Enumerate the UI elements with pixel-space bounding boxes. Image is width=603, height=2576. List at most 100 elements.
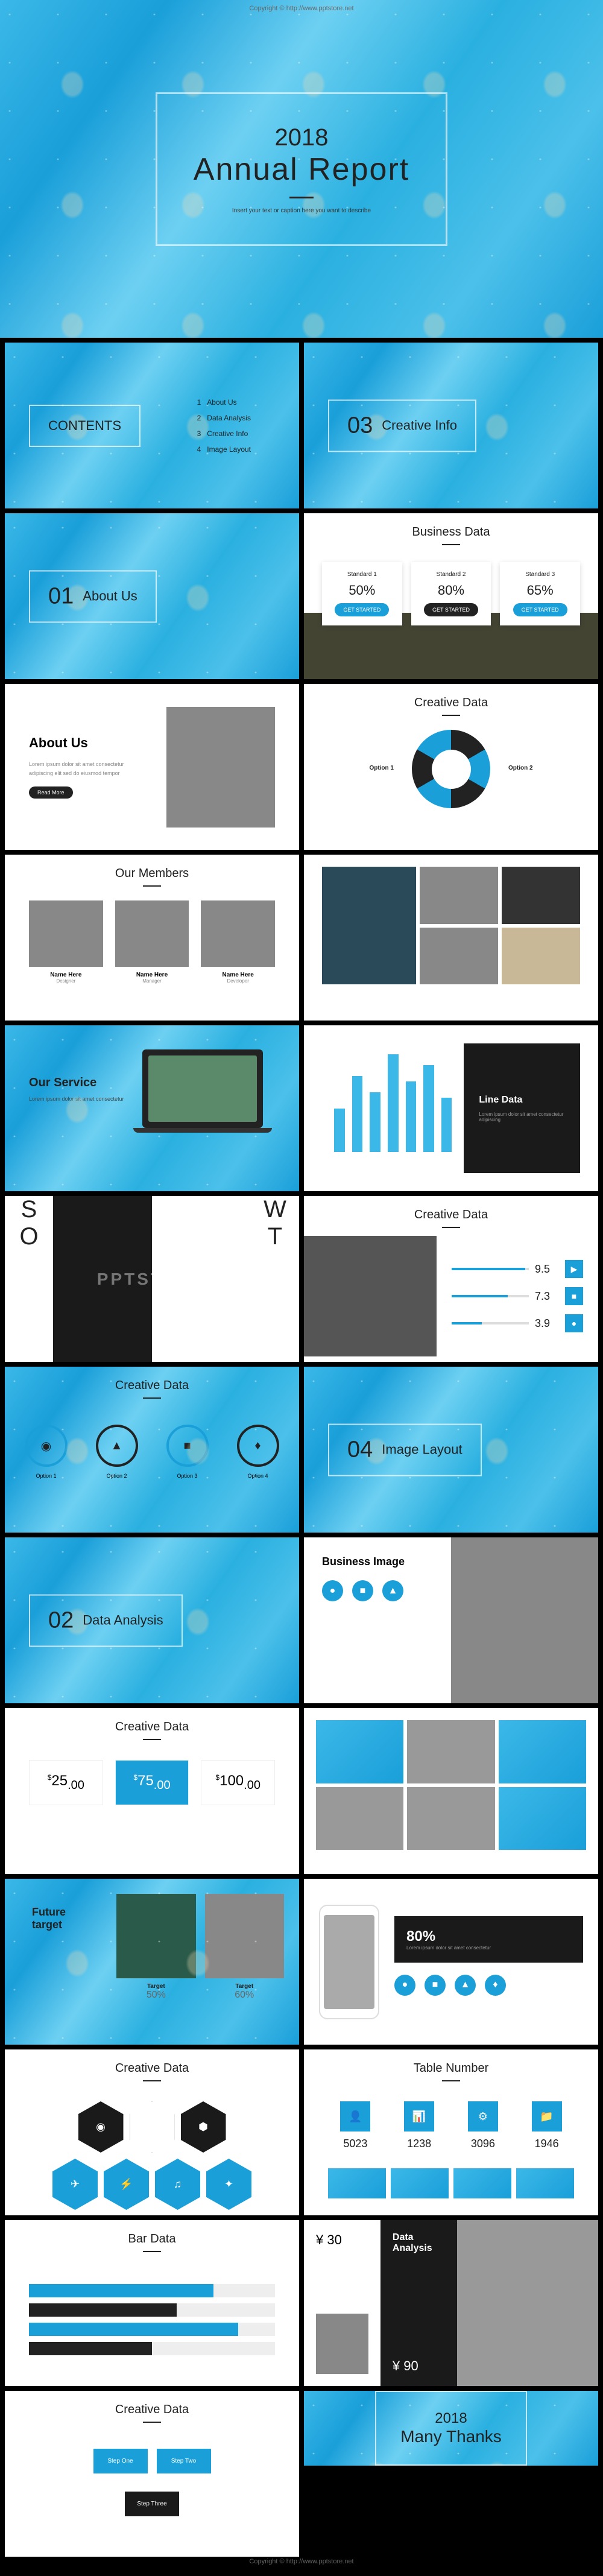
biz-title: Business Image: [322, 1555, 433, 1568]
bar: [352, 1076, 363, 1152]
price-card[interactable]: $100.00: [201, 1760, 275, 1805]
thanks-year: 2018: [400, 2410, 502, 2427]
card-button[interactable]: GET STARTED: [335, 603, 389, 616]
section-num: 03: [347, 413, 373, 438]
stats-list: 9.5▶ 7.3■ 3.9●: [437, 1236, 598, 1356]
section-box: 04 Image Layout: [328, 1423, 482, 1476]
section-01-slide: 01 About Us: [5, 513, 299, 679]
slide-title: Our Members: [5, 855, 299, 894]
creative-data-circles-slide: Creative Data ◉Option 1 ▲Option 2 ■Optio…: [5, 1367, 299, 1533]
swot-s: S: [5, 1196, 53, 1223]
creative-data-stats-slide: Creative Data 9.5▶ 7.3■ 3.9●: [304, 1196, 598, 1362]
da-center: Data Analysis ¥ 90: [380, 2220, 457, 2386]
hexagon-icon: ⬢: [181, 2101, 226, 2153]
circle-icon: ▲: [455, 1975, 476, 1996]
info-panel: Line Data Lorem ipsum dolor sit amet con…: [464, 1043, 580, 1173]
circle-item: ♦Option 4: [235, 1425, 281, 1479]
circle-icon: ●: [394, 1975, 415, 1996]
slide-title: Bar Data: [5, 2220, 299, 2260]
hbar: [29, 2323, 275, 2336]
stat-bar: [452, 1322, 529, 1324]
divider: [289, 197, 314, 198]
bar: [441, 1098, 452, 1152]
circle-icon: ■: [352, 1580, 373, 1601]
da-left: ¥ 30: [304, 2220, 380, 2386]
card-button[interactable]: GET STARTED: [513, 603, 567, 616]
table-number-slide: Table Number 👤5023 📊1238 ⚙3096 📁1946: [304, 2049, 598, 2215]
circle-icon: ▲: [96, 1425, 138, 1467]
table-icon: 📁: [532, 2101, 562, 2131]
bar: [370, 1092, 380, 1152]
price-2: ¥ 90: [393, 2358, 445, 2374]
future-image: [205, 1894, 284, 1978]
toc-item: Data Analysis: [207, 414, 251, 422]
bar-data-slide: Bar Data: [5, 2220, 299, 2386]
gallery-image: [420, 928, 498, 985]
swot-space: [152, 1196, 251, 1362]
about-image: [166, 707, 275, 828]
gallery-image: [502, 867, 580, 924]
flow-box: Step Three: [125, 2492, 179, 2516]
member-photo: [201, 900, 275, 967]
price-card[interactable]: $25.00: [29, 1760, 103, 1805]
section-04-slide: 04 Image Layout: [304, 1367, 598, 1533]
stat-bar: [452, 1295, 529, 1297]
bar: [388, 1054, 399, 1152]
circle-icon: ■: [425, 1975, 446, 1996]
stat-value: 3.9: [535, 1317, 559, 1330]
hero-title: Annual Report: [194, 151, 409, 188]
toc-num: 1: [197, 398, 201, 407]
circle-label: Option 1: [23, 1473, 69, 1479]
price-1: ¥ 30: [316, 2232, 368, 2248]
member-name: Name Here: [201, 972, 275, 978]
about-body: Lorem ipsum dolor sit amet consectetur a…: [29, 760, 148, 777]
future-title: Future target: [32, 1906, 95, 1931]
swot-image: [53, 1196, 152, 1362]
service-text: Our Service Lorem ipsum dolor sit amet c…: [29, 1076, 124, 1102]
toc-num: 3: [197, 429, 201, 438]
price-card-active[interactable]: $75.00: [115, 1760, 189, 1805]
contents-box: CONTENTS: [29, 405, 140, 447]
table-cell: 📁1946: [519, 2101, 574, 2150]
card-title: Standard 3: [509, 571, 571, 578]
service-body: Lorem ipsum dolor sit amet consectetur: [29, 1096, 124, 1102]
circle-label: Option 4: [235, 1473, 281, 1479]
grid-image: [499, 1787, 586, 1850]
swot-w: W: [251, 1196, 299, 1223]
grid-image: [499, 1720, 586, 1783]
toc-num: 4: [197, 445, 201, 454]
circle-icon: ■: [166, 1425, 209, 1467]
future-label: Target: [116, 1983, 195, 1990]
gear-chart: [412, 730, 490, 808]
hbar: [29, 2303, 275, 2317]
horizontal-bar-chart: [5, 2260, 299, 2379]
percent-text: Lorem ipsum dolor sit amet consectetur: [406, 1945, 571, 1951]
read-more-button[interactable]: Read More: [29, 786, 73, 799]
service-title: Our Service: [29, 1076, 124, 1090]
stat-bar: [452, 1268, 529, 1270]
member-card: Name HereDeveloper: [201, 900, 275, 984]
hexagon-icon: ♫: [155, 2159, 200, 2210]
hero-box: 2018 Annual Report Insert your text or c…: [156, 92, 447, 246]
hexagon-slide: Creative Data ◉ ⬢ ✈ ⚡ ♫ ✦: [5, 2049, 299, 2215]
hexagon-icon: ⚡: [104, 2159, 149, 2210]
section-box: 02 Data Analysis: [29, 1594, 183, 1647]
option: Option 2: [508, 765, 533, 774]
da-title: Data Analysis: [393, 2232, 445, 2254]
service-slide: Our Service Lorem ipsum dolor sit amet c…: [5, 1025, 299, 1191]
card-button[interactable]: GET STARTED: [424, 603, 478, 616]
table-cell: 📊1238: [392, 2101, 447, 2150]
price-value: 25: [51, 1773, 68, 1789]
contents-list: 1About Us 2Data Analysis 3Creative Info …: [197, 391, 251, 461]
future-percent: 50%: [116, 1990, 195, 2001]
about-title: About Us: [29, 735, 148, 751]
card: Standard 150%GET STARTED: [322, 562, 402, 625]
circle-icon: ▲: [382, 1580, 403, 1601]
future-target-slide: Future target Target50% Target60%: [5, 1879, 299, 2045]
table-bar: [516, 2168, 574, 2198]
section-title: About Us: [83, 589, 137, 604]
swot-o: O: [5, 1223, 53, 1250]
toc-item: About Us: [207, 398, 236, 407]
member-name: Name Here: [29, 972, 103, 978]
section-title: Image Layout: [382, 1442, 462, 1458]
